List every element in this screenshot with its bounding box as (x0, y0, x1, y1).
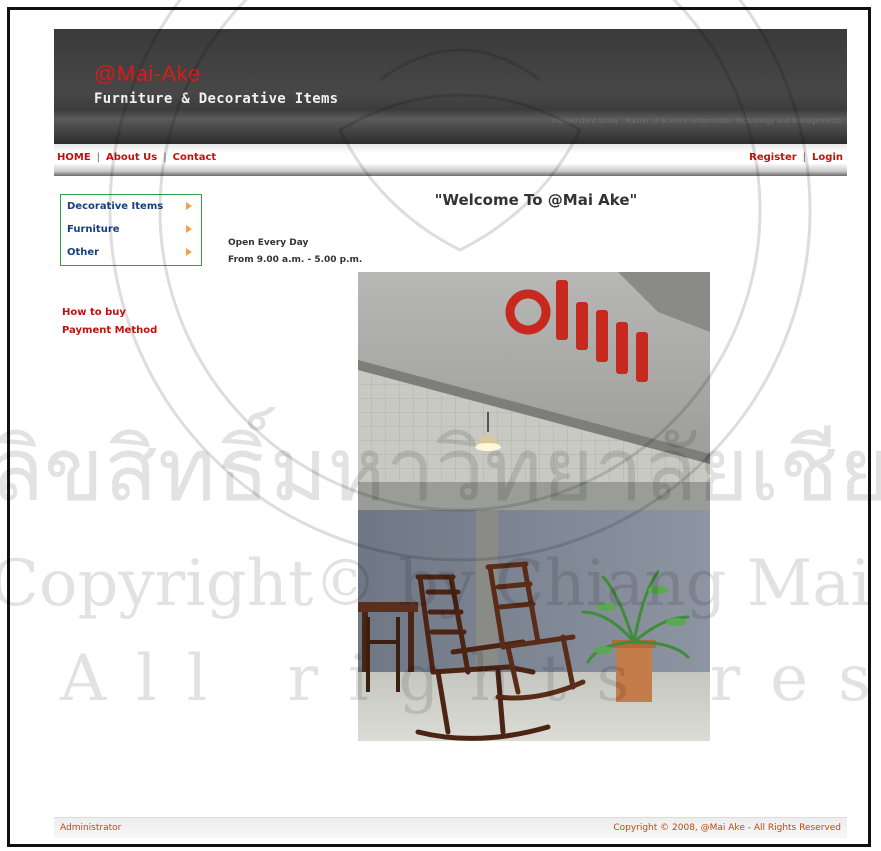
category-furniture[interactable]: Furniture (61, 218, 201, 241)
category-other[interactable]: Other (61, 241, 201, 264)
hours-line-2: From 9.00 a.m. - 5.00 p.m. (228, 255, 363, 265)
side-links: How to buy Payment Method (62, 307, 157, 343)
nav-login-link[interactable]: Login (812, 152, 843, 163)
copyright-text: Copyright © 2008, @Mai Ake - All Rights … (613, 823, 841, 833)
nav-about-link[interactable]: About Us (106, 152, 157, 163)
category-decorative-items[interactable]: Decorative Items (61, 195, 201, 218)
hours-line-1: Open Every Day (228, 238, 309, 248)
nav-register-link[interactable]: Register (749, 152, 797, 163)
arrow-right-icon (186, 248, 192, 256)
administrator-link[interactable]: Administrator (60, 823, 121, 833)
arrow-right-icon (186, 202, 192, 210)
nav-right-group: Register | Login (749, 152, 843, 163)
opening-hours: Open Every Day From 9.00 a.m. - 5.00 p.m… (228, 235, 362, 269)
arrow-right-icon (186, 225, 192, 233)
footer-bar: Administrator Copyright © 2008, @Mai Ake… (54, 817, 847, 838)
site-logo-title[interactable]: @Mai-Ake (94, 61, 201, 87)
nav-separator: | (96, 152, 101, 163)
top-nav-bar: HOME | About Us | Contact Register | Login (54, 144, 847, 176)
nav-separator: | (802, 152, 807, 163)
payment-method-link[interactable]: Payment Method (62, 325, 157, 336)
header-banner: @Mai-Ake Furniture & Decorative Items In… (54, 29, 847, 144)
category-label: Other (67, 247, 100, 258)
nav-left-group: HOME | About Us | Contact (57, 152, 216, 163)
storefront-photo (358, 272, 710, 741)
welcome-heading: "Welcome To @Mai Ake" (434, 191, 638, 209)
how-to-buy-link[interactable]: How to buy (62, 307, 157, 318)
header-tagline: Independent Study : Master of Science (I… (551, 117, 841, 125)
category-menu: Decorative Items Furniture Other (60, 194, 202, 266)
page: @Mai-Ake Furniture & Decorative Items In… (54, 29, 847, 840)
category-label: Decorative Items (67, 201, 164, 212)
nav-contact-link[interactable]: Contact (173, 152, 217, 163)
nav-home-link[interactable]: HOME (57, 152, 91, 163)
site-logo-subtitle: Furniture & Decorative Items (94, 91, 339, 107)
category-label: Furniture (67, 224, 120, 235)
nav-separator: | (163, 152, 167, 163)
